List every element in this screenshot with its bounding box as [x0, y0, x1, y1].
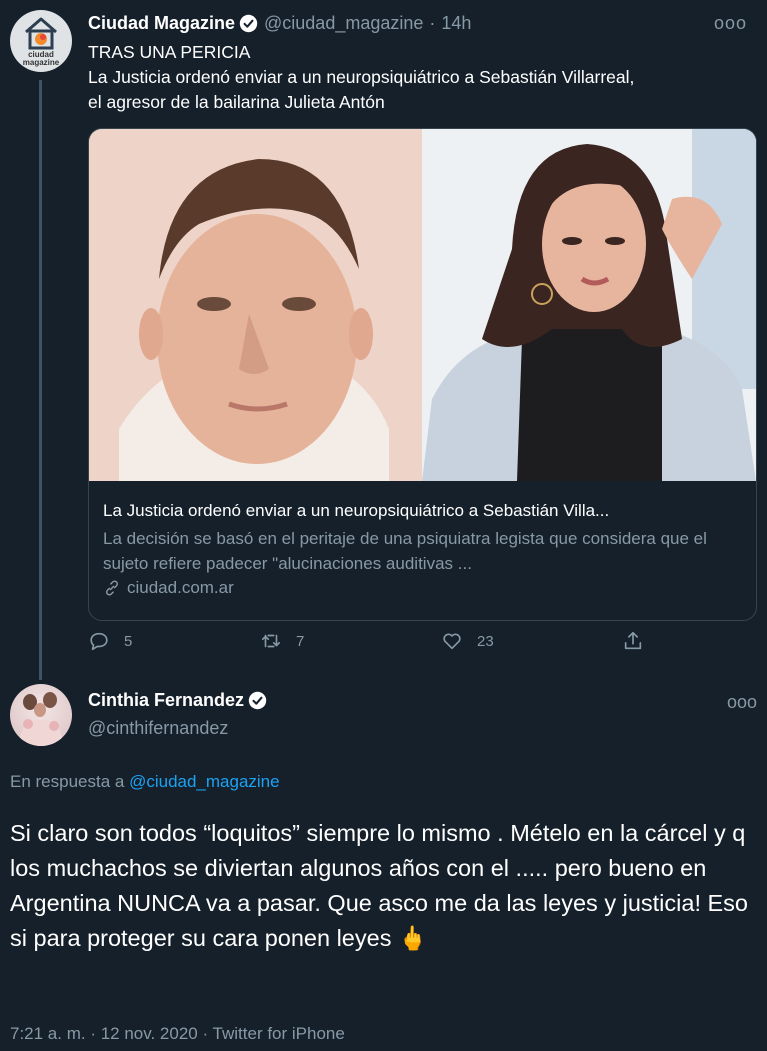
house-logo-icon [25, 17, 57, 49]
cinthia-fernandez-avatar[interactable] [10, 684, 72, 746]
tweet-cinthia-fernandez[interactable]: Cinthia Fernandez @cinthifernandez ooo E… [0, 680, 767, 1051]
ciudad-magazine-avatar[interactable]: ciudad magazine [10, 10, 72, 72]
share-button[interactable] [622, 630, 658, 652]
author-handle[interactable]: @cinthifernandez [88, 718, 228, 739]
tweet-metadata[interactable]: 7:21 a. m. · 12 nov. 2020 · Twitter for … [10, 1024, 345, 1044]
reply-prefix: En respuesta a [10, 772, 130, 791]
more-options-icon[interactable]: ooo [727, 692, 757, 713]
tweet-ciudad-magazine[interactable]: ciudad magazine Ciudad Magazine @ciudad_… [0, 0, 767, 680]
tweet-header: Ciudad Magazine @ciudad_magazine · 14h o… [88, 10, 757, 36]
card-link-domain[interactable]: ciudad.com.ar [127, 578, 234, 598]
reply-icon [90, 632, 108, 651]
reply-button[interactable]: 5 [88, 630, 132, 652]
tweet-body-text: Si claro son todos “loquitos” siempre lo… [10, 820, 748, 951]
card-description: La decisión se basó en el peritaje de un… [103, 529, 707, 573]
heart-icon [443, 633, 461, 650]
tweet-header: Cinthia Fernandez [88, 690, 273, 711]
card-photo-man [89, 129, 422, 481]
thread-line [39, 80, 42, 680]
tweet-text-line-2: La Justicia ordenó enviar a un neuropsiq… [88, 67, 635, 87]
share-icon [624, 631, 642, 650]
card-photo-woman [422, 129, 756, 481]
card-images [89, 129, 756, 481]
verified-badge-icon [239, 14, 258, 32]
man-portrait-illustration [89, 129, 422, 481]
retweet-button[interactable]: 7 [260, 630, 304, 652]
avatar-brand-text: ciudad magazine [22, 49, 60, 67]
card-title: La Justicia ordenó enviar a un neuropsiq… [103, 501, 610, 520]
tweet-text: TRAS UNA PERICIA La Justicia ordenó envi… [88, 40, 758, 115]
like-button[interactable]: 23 [441, 630, 494, 652]
middle-finger-emoji: 🖕 [397, 925, 428, 951]
card-link[interactable]: ciudad.com.ar [103, 578, 234, 598]
reply-count: 5 [124, 632, 133, 650]
separator-dot: · [429, 12, 436, 33]
author-name[interactable]: Ciudad Magazine [88, 13, 235, 34]
tweet-time[interactable]: 14h [441, 13, 471, 34]
reply-to-handle-link[interactable]: @ciudad_magazine [129, 772, 280, 791]
tweet-body: Si claro son todos “loquitos” siempre lo… [10, 816, 755, 956]
link-preview-card[interactable]: La Justicia ordenó enviar a un neuropsiq… [88, 128, 757, 621]
tweet-text-line-1: TRAS UNA PERICIA [88, 42, 251, 62]
author-handle[interactable]: @ciudad_magazine [264, 13, 423, 34]
retweet-count: 7 [296, 632, 305, 650]
like-count: 23 [477, 632, 494, 650]
verified-badge-icon [248, 691, 267, 710]
avatar-photo-illustration [18, 692, 64, 746]
tweet-actions: 5 7 23 [88, 630, 658, 660]
author-name[interactable]: Cinthia Fernandez [88, 690, 244, 711]
retweet-icon [261, 634, 281, 648]
more-options-icon[interactable]: ooo [714, 13, 747, 34]
link-icon [105, 580, 119, 596]
tweet-text-line-3: el agresor de la bailarina Julieta Antón [88, 92, 385, 112]
woman-portrait-illustration [422, 129, 756, 481]
reply-context: En respuesta a @ciudad_magazine [10, 772, 280, 792]
